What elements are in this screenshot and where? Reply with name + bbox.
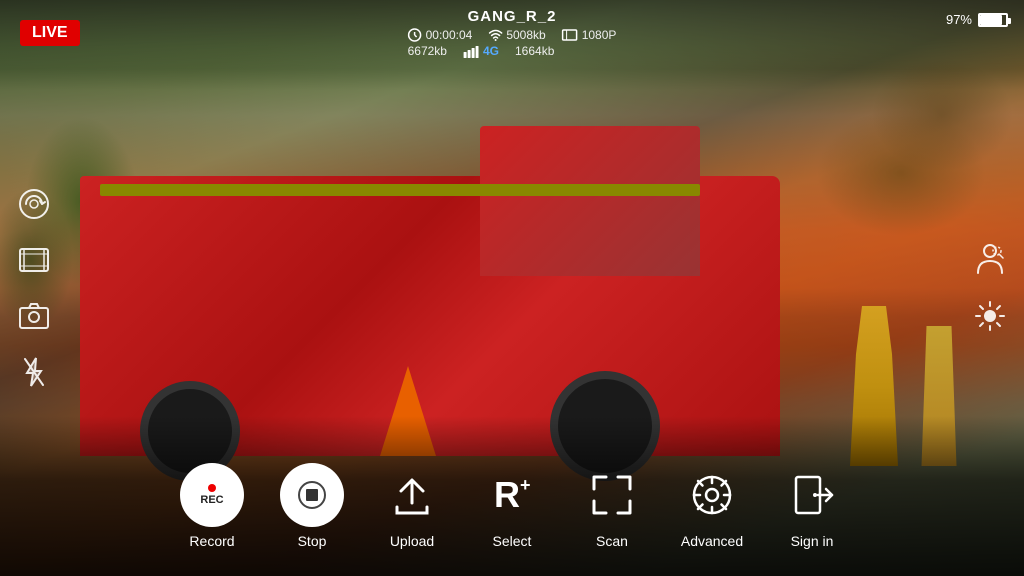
rec-dot <box>208 484 216 492</box>
signin-label: Sign in <box>791 533 834 549</box>
battery-fill <box>980 15 1002 25</box>
battery-area: 97% <box>946 12 1008 27</box>
stop-label: Stop <box>298 533 327 549</box>
upload-button[interactable]: Upload <box>367 463 457 549</box>
record-label: Record <box>189 533 234 549</box>
truck-ladder <box>100 184 700 196</box>
select-button[interactable]: R + Select <box>467 463 557 549</box>
resolution-stat: 1080P <box>562 28 617 42</box>
upload-label: Upload <box>390 533 434 549</box>
person-detect-button[interactable] <box>972 242 1008 278</box>
battery-bar <box>978 13 1008 27</box>
bottom-toolbar: REC Record Stop Upload R <box>0 446 1024 576</box>
resolution-value: 1080P <box>582 28 617 42</box>
signin-icon <box>780 463 844 527</box>
advanced-icon <box>680 463 744 527</box>
stop-button[interactable]: Stop <box>267 463 357 549</box>
stats-row-2: 6672kb 4G 1664kb <box>408 44 617 58</box>
scan-icon <box>580 463 644 527</box>
svg-text:+: + <box>520 475 531 495</box>
time-value: 00:00:04 <box>426 28 473 42</box>
left-icons-panel <box>16 186 52 390</box>
data-value: 6672kb <box>408 44 447 58</box>
photo-button[interactable] <box>16 298 52 334</box>
record-icon: REC <box>180 463 244 527</box>
stop-icon <box>280 463 344 527</box>
scan-label: Scan <box>596 533 628 549</box>
network-stat: 4G <box>463 44 499 58</box>
network-kb-stat: 1664kb <box>515 44 554 58</box>
channel-name: GANG_R_2 <box>408 8 617 25</box>
rec-label: REC <box>200 494 223 506</box>
svg-text:R: R <box>494 474 520 515</box>
camera-rotate-button[interactable] <box>16 186 52 222</box>
scan-button[interactable]: Scan <box>567 463 657 549</box>
video-strip-button[interactable] <box>16 242 52 278</box>
time-stat: 00:00:04 <box>408 28 473 42</box>
truck-cabin <box>480 126 700 276</box>
network-label: 4G <box>483 44 499 58</box>
network-kb-value: 1664kb <box>515 44 554 58</box>
data-stat: 6672kb <box>408 44 447 58</box>
battery-percent: 97% <box>946 12 972 27</box>
advanced-button[interactable]: Advanced <box>667 463 757 549</box>
upload-icon <box>380 463 444 527</box>
stats-row: 00:00:04 5008kb 1080P <box>408 28 617 42</box>
record-button[interactable]: REC Record <box>167 463 257 549</box>
live-badge: LIVE <box>20 20 80 46</box>
right-icons-panel <box>972 242 1008 334</box>
signin-button[interactable]: Sign in <box>767 463 857 549</box>
flash-off-button[interactable] <box>16 354 52 390</box>
wifi-stat: 5008kb <box>488 28 545 42</box>
brightness-button[interactable] <box>972 298 1008 334</box>
select-label: Select <box>493 533 532 549</box>
advanced-label: Advanced <box>681 533 743 549</box>
top-info: GANG_R_2 00:00:04 5008kb 1080P 6672kb 4G… <box>408 8 617 58</box>
select-icon: R + <box>480 463 544 527</box>
wifi-value: 5008kb <box>506 28 545 42</box>
